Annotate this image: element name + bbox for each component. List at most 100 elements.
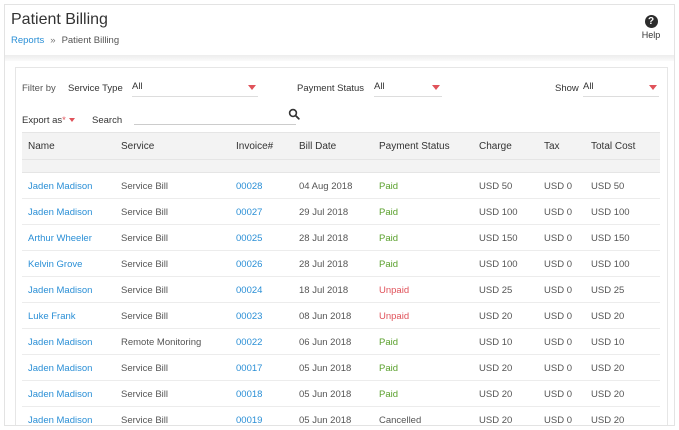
patient-name-link[interactable]: Jaden Madison [28,337,92,348]
column-header-payment-status[interactable]: Payment Status [379,141,450,152]
column-header-service[interactable]: Service [121,141,154,152]
column-header-total-cost[interactable]: Total Cost [591,141,635,152]
chevron-down-icon [432,85,440,90]
export-label: Export as [22,115,63,126]
service-cell: Service Bill [121,181,168,192]
total-cost-cell: USD 20 [591,415,625,426]
total-cost-cell: USD 25 [591,285,625,296]
breadcrumb-current: Patient Billing [61,35,120,46]
column-header-charge[interactable]: Charge [479,141,512,152]
service-cell: Service Bill [121,259,168,270]
tax-cell: USD 0 [544,389,572,400]
help-icon: ? [644,15,658,28]
tax-cell: USD 0 [544,233,572,244]
show-value: All [583,81,594,92]
tax-cell: USD 0 [544,285,572,296]
breadcrumb: Reports » Patient Billing [11,35,119,46]
bill-date-cell: 05 Jun 2018 [299,389,352,400]
chevron-down-icon [248,85,256,90]
payment-status-cell: Paid [379,363,399,374]
tax-cell: USD 0 [544,207,572,218]
invoice-link[interactable]: 00022 [236,337,262,348]
invoice-link[interactable]: 00018 [236,389,262,400]
app-frame: Patient Billing Reports» Patient Billing … [4,4,675,426]
charge-cell: USD 25 [479,285,513,296]
chevron-down-icon [649,85,657,90]
charge-cell: USD 20 [479,415,513,426]
charge-cell: USD 50 [479,181,513,192]
invoice-link[interactable]: 00024 [236,285,262,296]
payment-status-select[interactable]: All [374,80,442,97]
total-cost-cell: USD 150 [591,233,630,244]
column-header-name[interactable]: Name [28,141,55,152]
service-cell: Service Bill [121,415,168,426]
invoice-link[interactable]: 00017 [236,363,262,374]
table-row: Jaden Madison Service Bill 00024 18 Jul … [22,277,660,303]
search-input[interactable] [134,108,296,125]
page-title: Patient Billing [11,11,108,28]
tax-cell: USD 0 [544,415,572,426]
table-row: Jaden Madison Service Bill 00019 05 Jun … [22,407,660,426]
patient-name-link[interactable]: Luke Frank [28,311,76,322]
service-type-label: Service Type [68,83,123,94]
total-cost-cell: USD 100 [591,259,630,270]
column-header-tax[interactable]: Tax [544,141,560,152]
bill-date-cell: 06 Jun 2018 [299,337,352,348]
help-button[interactable]: ? Help [636,15,666,40]
tax-cell: USD 0 [544,181,572,192]
charge-cell: USD 100 [479,207,518,218]
invoice-link[interactable]: 00019 [236,415,262,425]
service-type-select[interactable]: All [132,80,258,97]
invoice-link[interactable]: 00025 [236,233,262,244]
payment-status-value: All [374,81,385,92]
bill-date-cell: 05 Jun 2018 [299,415,352,426]
payment-status-cell: Paid [379,233,399,244]
table-row: Luke Frank Service Bill 00023 08 Jun 201… [22,303,660,329]
bill-date-cell: 05 Jun 2018 [299,363,352,374]
search-icon[interactable] [288,108,300,120]
payment-status-cell: Unpaid [379,285,410,296]
patient-name-link[interactable]: Jaden Madison [28,285,92,296]
payment-status-cell: Cancelled [379,415,422,426]
charge-cell: USD 150 [479,233,518,244]
show-select[interactable]: All [583,80,659,97]
charge-cell: USD 100 [479,259,518,270]
payment-status-label: Payment Status [297,83,365,94]
page-header: Patient Billing Reports» Patient Billing … [5,5,674,55]
export-dropdown[interactable]: Export as* [22,115,75,126]
patient-name-link[interactable]: Jaden Madison [28,363,92,374]
patient-name-link[interactable]: Arthur Wheeler [28,233,92,244]
bill-date-cell: 18 Jul 2018 [299,285,349,296]
charge-cell: USD 20 [479,311,513,322]
bill-date-cell: 08 Jun 2018 [299,311,352,322]
column-header-invoice[interactable]: Invoice# [236,141,273,152]
patient-name-link[interactable]: Jaden Madison [28,415,92,425]
total-cost-cell: USD 50 [591,181,625,192]
table-header: Name Service Invoice# Bill Date Payment … [22,132,660,160]
filter-row: Filter by Service Type All Payment Statu… [16,68,667,100]
invoice-link[interactable]: 00027 [236,207,262,218]
payment-status-cell: Paid [379,337,399,348]
service-cell: Service Bill [121,207,168,218]
service-cell: Service Bill [121,285,168,296]
patient-name-link[interactable]: Jaden Madison [28,207,92,218]
table-row: Jaden Madison Service Bill 00017 05 Jun … [22,355,660,381]
patient-name-link[interactable]: Jaden Madison [28,181,92,192]
payment-status-cell: Paid [379,181,399,192]
bill-date-cell: 04 Aug 2018 [299,181,353,192]
export-required-star: * [62,115,66,126]
table-filter-row [22,160,660,173]
column-header-bill-date[interactable]: Bill Date [299,141,336,152]
total-cost-cell: USD 100 [591,207,630,218]
bill-date-cell: 28 Jul 2018 [299,233,349,244]
invoice-link[interactable]: 00023 [236,311,262,322]
total-cost-cell: USD 20 [591,311,625,322]
chevron-down-icon [68,118,75,122]
patient-name-link[interactable]: Jaden Madison [28,389,92,400]
service-cell: Service Bill [121,311,168,322]
breadcrumb-reports-link[interactable]: Reports [11,35,44,46]
billing-table: Name Service Invoice# Bill Date Payment … [22,132,660,426]
patient-name-link[interactable]: Kelvin Grove [28,259,82,270]
invoice-link[interactable]: 00028 [236,181,262,192]
invoice-link[interactable]: 00026 [236,259,262,270]
